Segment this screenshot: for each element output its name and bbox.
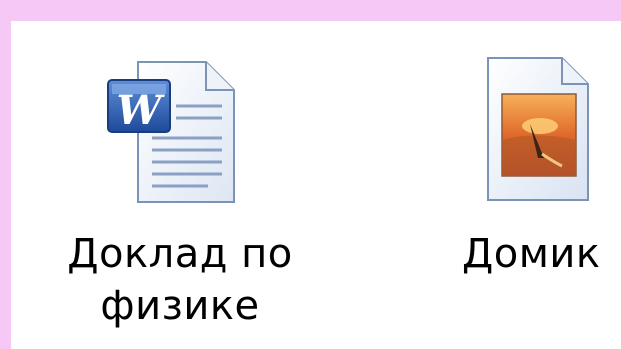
file-item-domik[interactable]: Домик bbox=[450, 48, 621, 348]
left-border bbox=[0, 0, 11, 349]
file-label: Домик bbox=[462, 231, 601, 277]
file-label-line1: Доклад по bbox=[67, 231, 293, 277]
word-document-icon: W bbox=[107, 61, 235, 203]
top-border bbox=[0, 0, 621, 21]
file-item-doklad-po-fizike[interactable]: W Доклад по физике bbox=[40, 48, 320, 348]
svg-text:W: W bbox=[117, 87, 166, 134]
image-file-icon bbox=[487, 57, 589, 201]
file-label-line2: физике bbox=[100, 283, 260, 329]
